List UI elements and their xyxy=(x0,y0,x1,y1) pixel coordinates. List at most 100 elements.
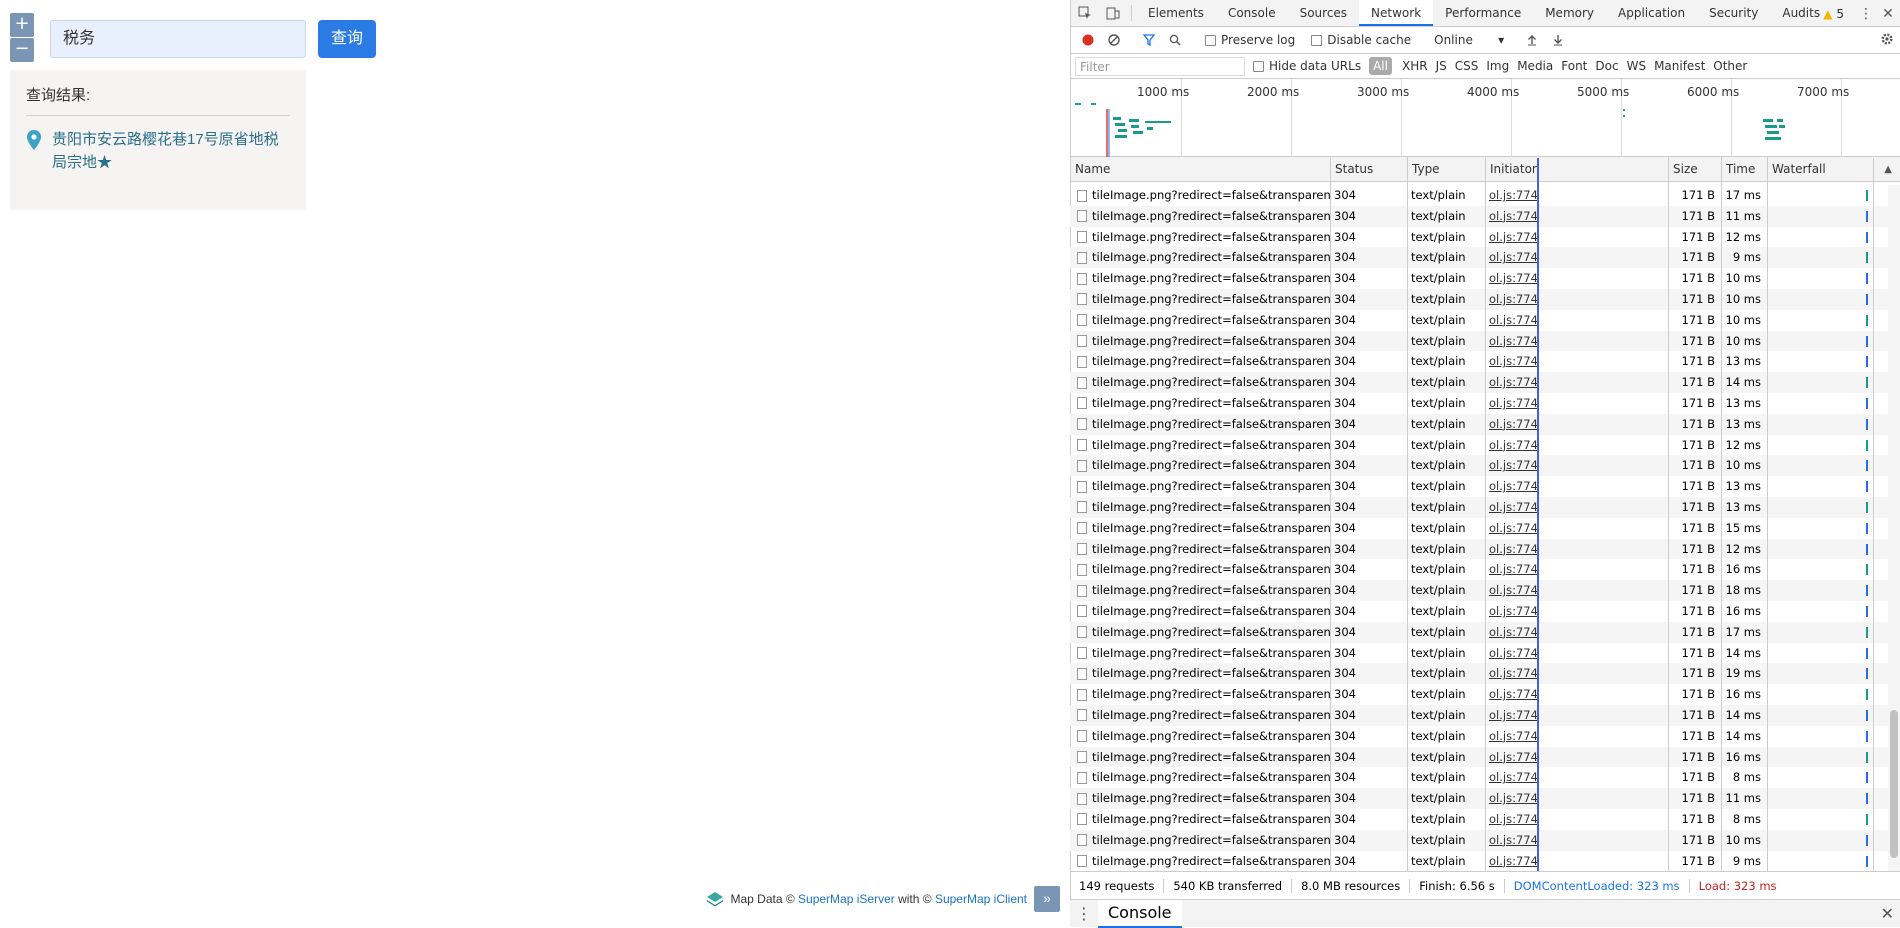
cell-initiator-text[interactable]: ol.js:774 xyxy=(1489,438,1538,452)
cell-initiator[interactable]: ol.js:774 xyxy=(1485,435,1668,456)
cell-initiator[interactable]: ol.js:774 xyxy=(1485,747,1668,768)
cell-initiator[interactable]: ol.js:774 xyxy=(1485,851,1668,872)
filter-type-img[interactable]: Img xyxy=(1482,59,1513,73)
cell-initiator[interactable]: ol.js:774 xyxy=(1485,539,1668,560)
cell-initiator[interactable]: ol.js:774 xyxy=(1485,455,1668,476)
cell-initiator-text[interactable]: ol.js:774 xyxy=(1489,833,1538,847)
cell-initiator[interactable]: ol.js:774 xyxy=(1485,580,1668,601)
cell-initiator[interactable]: ol.js:774 xyxy=(1485,767,1668,788)
cell-initiator-text[interactable]: ol.js:774 xyxy=(1489,666,1538,680)
cell-initiator[interactable]: ol.js:774 xyxy=(1485,310,1668,331)
network-settings-icon[interactable] xyxy=(1880,32,1894,49)
column-name-header[interactable]: Name xyxy=(1071,157,1331,182)
cell-initiator[interactable]: ol.js:774 xyxy=(1485,684,1668,705)
tab-elements[interactable]: Elements xyxy=(1136,0,1216,26)
tab-console[interactable]: Console xyxy=(1216,0,1288,26)
cell-initiator-text[interactable]: ol.js:774 xyxy=(1489,770,1538,784)
tab-application[interactable]: Application xyxy=(1606,0,1697,26)
cell-initiator-text[interactable]: ol.js:774 xyxy=(1489,313,1538,327)
cell-initiator-text[interactable]: ol.js:774 xyxy=(1489,854,1538,868)
tab-memory[interactable]: Memory xyxy=(1533,0,1606,26)
cell-initiator-text[interactable]: ol.js:774 xyxy=(1489,791,1538,805)
sort-ascending-icon[interactable]: ▲ xyxy=(1884,157,1892,182)
export-har-icon[interactable] xyxy=(1545,27,1571,54)
hide-data-urls-checkbox[interactable]: Hide data URLs xyxy=(1253,59,1361,73)
column-type-header[interactable]: Type xyxy=(1408,157,1486,182)
filter-type-media[interactable]: Media xyxy=(1513,59,1557,73)
search-icon[interactable] xyxy=(1162,27,1188,54)
supermap-iclient-link[interactable]: SuperMap iClient xyxy=(935,892,1027,906)
cell-initiator[interactable]: ol.js:774 xyxy=(1485,788,1668,809)
cell-initiator-text[interactable]: ol.js:774 xyxy=(1489,292,1538,306)
tab-performance[interactable]: Performance xyxy=(1433,0,1533,26)
cell-initiator[interactable]: ol.js:774 xyxy=(1485,643,1668,664)
cell-initiator-text[interactable]: ol.js:774 xyxy=(1489,458,1538,472)
cell-initiator[interactable]: ol.js:774 xyxy=(1485,268,1668,289)
filter-icon[interactable] xyxy=(1136,27,1162,54)
filter-type-js[interactable]: JS xyxy=(1432,59,1451,73)
column-initiator-header[interactable]: Initiator xyxy=(1486,157,1669,182)
cell-initiator[interactable]: ol.js:774 xyxy=(1485,393,1668,414)
cell-initiator-text[interactable]: ol.js:774 xyxy=(1489,542,1538,556)
filter-type-css[interactable]: CSS xyxy=(1451,59,1483,73)
filter-type-all[interactable]: All xyxy=(1369,57,1392,75)
tab-network[interactable]: Network xyxy=(1359,0,1434,26)
cell-initiator[interactable]: ol.js:774 xyxy=(1485,372,1668,393)
disable-cache-box[interactable] xyxy=(1311,34,1323,46)
cell-initiator-text[interactable]: ol.js:774 xyxy=(1489,250,1538,264)
cell-initiator[interactable]: ol.js:774 xyxy=(1485,351,1668,372)
column-waterfall-header[interactable]: Waterfall xyxy=(1768,157,1900,182)
cell-initiator-text[interactable]: ol.js:774 xyxy=(1489,396,1538,410)
cell-initiator-text[interactable]: ol.js:774 xyxy=(1489,521,1538,535)
cell-initiator[interactable]: ol.js:774 xyxy=(1485,559,1668,580)
cell-initiator-text[interactable]: ol.js:774 xyxy=(1489,479,1538,493)
zoom-out-button[interactable]: − xyxy=(10,38,34,62)
cell-initiator[interactable]: ol.js:774 xyxy=(1485,518,1668,539)
cell-initiator[interactable]: ol.js:774 xyxy=(1485,185,1668,206)
more-options-icon[interactable]: ⋮ xyxy=(1856,6,1876,22)
cell-initiator[interactable]: ol.js:774 xyxy=(1485,663,1668,684)
filter-type-doc[interactable]: Doc xyxy=(1591,59,1622,73)
cell-initiator[interactable]: ol.js:774 xyxy=(1485,227,1668,248)
record-icon[interactable] xyxy=(1075,27,1101,54)
filter-type-other[interactable]: Other xyxy=(1709,59,1751,73)
cell-initiator-text[interactable]: ol.js:774 xyxy=(1489,230,1538,244)
cell-initiator[interactable]: ol.js:774 xyxy=(1485,289,1668,310)
filter-type-font[interactable]: Font xyxy=(1557,59,1591,73)
cell-initiator-text[interactable]: ol.js:774 xyxy=(1489,583,1538,597)
cell-initiator[interactable]: ol.js:774 xyxy=(1485,247,1668,268)
cell-initiator[interactable]: ol.js:774 xyxy=(1485,497,1668,518)
cell-initiator-text[interactable]: ol.js:774 xyxy=(1489,417,1538,431)
search-input[interactable]: 税务 xyxy=(50,20,306,58)
cell-initiator-text[interactable]: ol.js:774 xyxy=(1489,625,1538,639)
cell-initiator[interactable]: ol.js:774 xyxy=(1485,601,1668,622)
cell-initiator-text[interactable]: ol.js:774 xyxy=(1489,209,1538,223)
cell-initiator[interactable]: ol.js:774 xyxy=(1485,830,1668,851)
tab-security[interactable]: Security xyxy=(1697,0,1770,26)
filter-type-ws[interactable]: WS xyxy=(1623,59,1650,73)
device-toolbar-icon[interactable] xyxy=(1099,0,1127,26)
cell-initiator[interactable]: ol.js:774 xyxy=(1485,705,1668,726)
scrollbar-thumb[interactable] xyxy=(1890,710,1898,858)
cell-initiator-text[interactable]: ol.js:774 xyxy=(1489,188,1538,202)
column-status-header[interactable]: Status xyxy=(1331,157,1408,182)
cell-initiator-text[interactable]: ol.js:774 xyxy=(1489,375,1538,389)
import-har-icon[interactable] xyxy=(1519,27,1545,54)
cell-initiator-text[interactable]: ol.js:774 xyxy=(1489,729,1538,743)
preserve-log-box[interactable] xyxy=(1205,34,1216,46)
tab-sources[interactable]: Sources xyxy=(1288,0,1359,26)
supermap-iserver-link[interactable]: SuperMap iServer xyxy=(798,892,895,906)
close-devtools-icon[interactable]: ✕ xyxy=(1876,6,1900,22)
filter-type-xhr[interactable]: XHR xyxy=(1398,59,1432,73)
cell-initiator-text[interactable]: ol.js:774 xyxy=(1489,500,1538,514)
column-size-header[interactable]: Size xyxy=(1669,157,1722,182)
hide-data-urls-box[interactable] xyxy=(1253,60,1264,72)
result-address[interactable]: 贵阳市安云路樱花巷17号原省地税局宗地★ xyxy=(52,128,290,174)
throttling-select[interactable]: Online ▾ xyxy=(1434,33,1510,47)
cell-initiator[interactable]: ol.js:774 xyxy=(1485,414,1668,435)
inspect-element-icon[interactable] xyxy=(1071,0,1099,26)
cell-initiator[interactable]: ol.js:774 xyxy=(1485,476,1668,497)
cell-initiator-text[interactable]: ol.js:774 xyxy=(1489,812,1538,826)
cell-initiator-text[interactable]: ol.js:774 xyxy=(1489,646,1538,660)
filter-input[interactable]: Filter xyxy=(1075,56,1245,76)
